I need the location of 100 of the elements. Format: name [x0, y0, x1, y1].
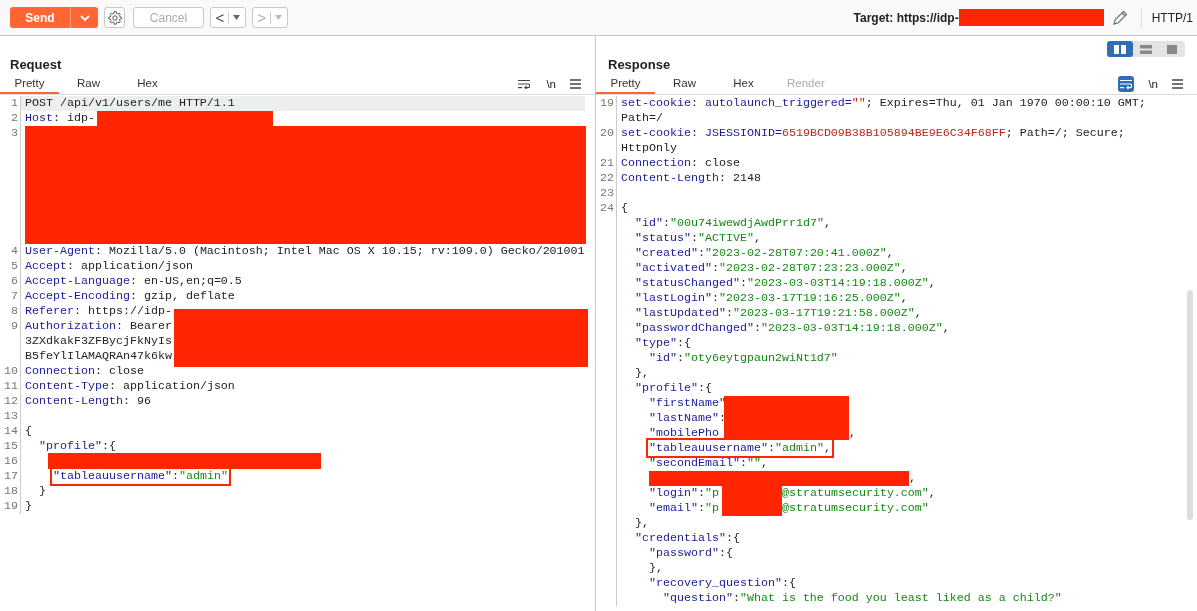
- line-number: 10: [4, 364, 18, 378]
- code-text: set-cookie: autolaunch_triggered=""; Expires=Thu, 01 Jan 1970 00:00:10 GMT;: [621, 96, 1146, 110]
- settings-button[interactable]: [104, 7, 125, 28]
- code-text: Content-Length: 96: [25, 394, 151, 408]
- tab[interactable]: Raw: [655, 74, 714, 94]
- tab[interactable]: Pretty: [0, 74, 59, 94]
- code-text: "password":{: [647, 546, 733, 560]
- caret-icon: [233, 15, 241, 20]
- panel-title: Request: [10, 57, 62, 74]
- layout-toggle[interactable]: [1107, 41, 1133, 57]
- code-text: "id":"oty6eytgpaun2wiNt1d7": [647, 351, 838, 365]
- menu-icon[interactable]: [570, 79, 581, 89]
- code-text: B5feYlIlAMAQRAn47k6kw: [25, 349, 172, 363]
- code-text: "question":"What is the food you least liked as a child?": [661, 591, 1062, 605]
- highlighted-code: "tableauusername":"admin",: [649, 441, 831, 455]
- tab[interactable]: Hex: [118, 74, 177, 94]
- highlighted-code: "tableauusername":"admin": [53, 469, 228, 483]
- code-text: Connection: close: [621, 156, 740, 170]
- line-number: 15: [4, 439, 18, 453]
- code-text: },: [647, 561, 663, 575]
- line-number: 13: [4, 409, 18, 423]
- target-label: Target: https://idp-: [853, 10, 959, 25]
- code-text: "recovery_question":{: [647, 576, 796, 590]
- protocol-label[interactable]: HTTP/1: [1151, 10, 1193, 25]
- code-text: Content-Type: application/json: [25, 379, 235, 393]
- code-text: "id":"00u74iwewdjAwdPrr1d7",: [634, 216, 831, 230]
- line-number: 23: [600, 186, 614, 200]
- send-options-button[interactable]: [70, 7, 98, 28]
- line-number: 19: [600, 96, 614, 110]
- wrap-icon: [518, 79, 531, 89]
- code-text: "created":"2023-02-28T07:20:41.000Z",: [634, 246, 894, 260]
- code-text: "lastLogin":"2023-03-17T19:16:25.000Z",: [634, 291, 908, 305]
- newline-toggle[interactable]: \n: [1148, 78, 1158, 90]
- line-number: 8: [11, 304, 18, 318]
- code-text: Referer: https://idp-: [25, 304, 172, 318]
- chevron-down-icon: [78, 13, 91, 22]
- code-text: @stratumsecurity.com": [781, 501, 929, 515]
- code-text: "email":"p: [647, 501, 719, 515]
- line-number: 20: [600, 126, 614, 140]
- code-text: set-cookie: JSESSIONID=6519BCD09B38B105894BE9E6C34F68FF; Path=/; Secure;: [621, 126, 1125, 140]
- code-text: }: [38, 484, 46, 498]
- pencil-icon[interactable]: [1110, 8, 1129, 27]
- code-text: Accept-Language: en-US,en;q=0.5: [25, 274, 242, 288]
- line-number: 3: [11, 126, 18, 140]
- line-number: 5: [11, 259, 18, 273]
- code-text: Accept-Encoding: gzip, deflate: [25, 289, 235, 303]
- code-text: "lastUpdated":"2023-03-17T19:21:58.000Z",: [634, 306, 922, 320]
- code-text: 3ZXdkakF3ZFBycjFkNyIs: [25, 334, 172, 348]
- code-text: POST /api/v1/users/me HTTP/1.1: [25, 96, 235, 110]
- tab[interactable]: Raw: [59, 74, 118, 94]
- code-text: ,: [848, 426, 856, 440]
- line-number: 1: [11, 96, 18, 110]
- line-number: 4: [11, 244, 18, 258]
- code-text: HttpOnly: [621, 141, 677, 155]
- code-text: Connection: close: [25, 364, 144, 378]
- line-number: 22: [600, 171, 614, 185]
- code-text: "passwordChanged":"2023-03-03T14:19:18.000Z",: [634, 321, 950, 335]
- caret-icon: [275, 15, 283, 20]
- line-number: 9: [11, 319, 18, 333]
- line-number: 14: [4, 424, 18, 438]
- line-number: 24: [600, 201, 614, 215]
- code-text: Host: idp-: [25, 111, 95, 125]
- code-text: },: [634, 516, 649, 530]
- line-number: 7: [11, 289, 18, 303]
- square-icon: [1166, 44, 1178, 54]
- columns-icon: [1114, 44, 1126, 54]
- back-button[interactable]: <: [210, 7, 246, 28]
- tab[interactable]: Hex: [714, 74, 773, 94]
- newline-toggle[interactable]: \n: [546, 78, 556, 90]
- code-text: {: [25, 424, 32, 438]
- code-text: "credentials":{: [634, 531, 740, 545]
- code-text: @stratumsecurity.com",: [781, 486, 936, 500]
- code-text: "statusChanged":"2023-03-03T14:19:18.000Z",: [634, 276, 936, 290]
- code-text: "secondEmail":"",: [647, 456, 768, 470]
- scrollbar-thumb[interactable]: [1187, 290, 1193, 520]
- wrap-lines-button[interactable]: [1118, 76, 1135, 92]
- menu-icon[interactable]: [1172, 79, 1183, 89]
- code-text: }: [25, 499, 32, 513]
- code-text: "status":"ACTIVE",: [634, 231, 761, 245]
- panel-title: Response: [608, 57, 671, 74]
- line-number: 21: [600, 156, 614, 170]
- line-number: 18: [4, 484, 18, 498]
- code-text: Authorization: Bearer: [25, 319, 172, 333]
- line-number: 19: [4, 499, 18, 513]
- code-text: Accept: application/json: [25, 259, 193, 273]
- rows-icon: [1140, 44, 1152, 54]
- line-number: 2: [11, 111, 18, 125]
- code-text: Content-Length: 2148: [621, 171, 761, 185]
- code-text: "mobilePho: [647, 426, 719, 440]
- wrap-icon: [1120, 79, 1133, 89]
- code-text: "login":"p: [647, 486, 719, 500]
- line-number: 16: [4, 454, 18, 468]
- code-text: "type":{: [634, 336, 691, 350]
- line-number: 12: [4, 394, 18, 408]
- tab[interactable]: Pretty: [596, 74, 655, 94]
- code-text: {: [621, 201, 628, 215]
- code-text: },: [634, 366, 649, 380]
- line-number: 17: [4, 469, 18, 483]
- code-text: ,: [909, 471, 916, 485]
- code-text: "profile":{: [634, 381, 712, 395]
